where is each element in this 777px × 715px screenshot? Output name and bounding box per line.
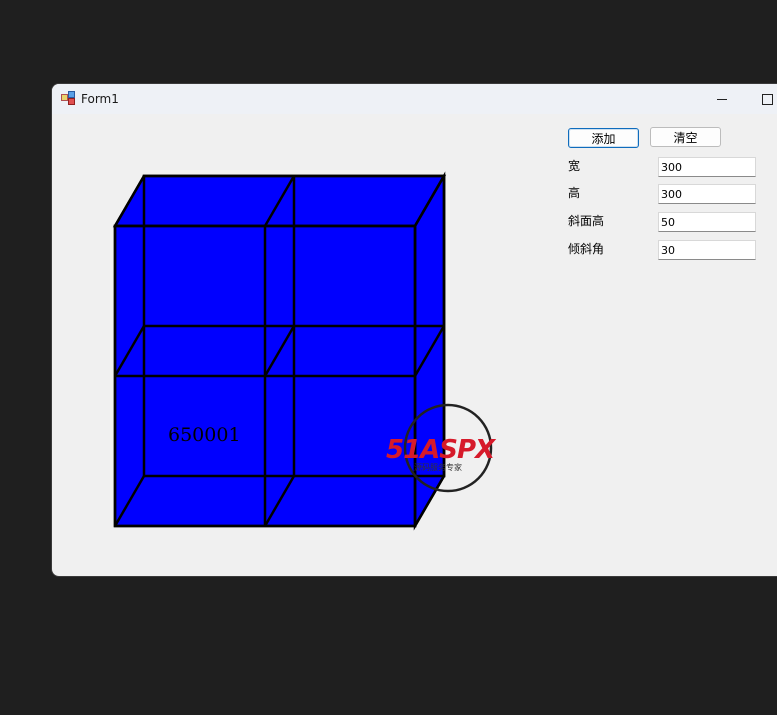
height-input[interactable]: [658, 184, 756, 204]
title-bar[interactable]: Form1: [52, 84, 777, 114]
drawing-canvas: 650001 51ASPX 源码服务专家: [52, 114, 552, 576]
clear-button[interactable]: 清空: [650, 127, 721, 147]
watermark-tagline: 源码服务专家: [414, 462, 462, 472]
watermark-brand: 51ASPX: [386, 435, 497, 465]
height-label: 高: [568, 186, 581, 200]
bevel-height-input[interactable]: [658, 212, 756, 232]
cube-drawing: [112, 171, 447, 531]
minimize-icon: [717, 98, 727, 100]
tilt-angle-label: 倾斜角: [568, 242, 605, 256]
maximize-button[interactable]: [745, 84, 777, 114]
width-label: 宽: [568, 159, 581, 173]
minimize-button[interactable]: [700, 84, 744, 114]
tilt-angle-input[interactable]: [658, 240, 756, 260]
width-input[interactable]: [658, 157, 756, 177]
bevel-height-label: 斜面高: [568, 214, 605, 228]
add-button[interactable]: 添加: [568, 128, 639, 148]
form-app-icon: [61, 91, 75, 105]
form1-window: Form1 650001 51ASPX 源码服务专家 添加 清空 宽 300 高…: [52, 84, 777, 576]
maximize-icon: [761, 93, 773, 105]
window-title: Form1: [81, 92, 119, 106]
cube-label: 650001: [168, 424, 241, 446]
watermark-logo: 51ASPX 源码服务专家: [386, 403, 498, 493]
